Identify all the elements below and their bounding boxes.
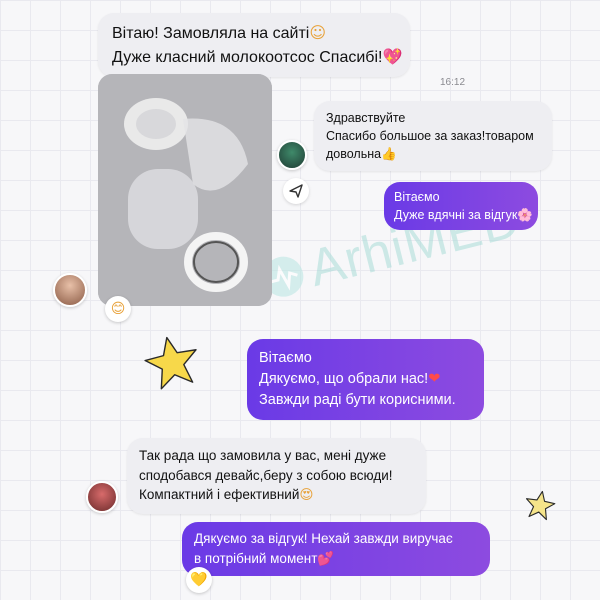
incoming-message-1: Вітаю! Замовляла на сайті☺ Дуже класний … [98,13,410,78]
star-icon [144,336,197,390]
blossom-emoji: 🌸 [517,207,533,223]
breast-pump-photo [98,74,272,306]
sparkling-heart-emoji: 💖 [382,47,403,67]
outgoing-message-3: Дякуємо за відгук! Нехай завжди виручає … [182,522,490,577]
message-text: Компактний і ефективний [139,487,300,503]
message-timestamp: 16:12 [440,77,466,88]
message-text: сподобався девайс,беру з собою всюди! [139,467,393,483]
heart-eyes-emoji: 😍 [299,487,314,504]
smiling-face-emoji: 😊 [110,301,126,317]
star-icon [525,490,556,521]
message-text: Так рада що замовила у вас, мені дуже [139,448,387,463]
message-text: в потрібний момент [194,550,318,566]
message-text: Спасибо большое за заказ!товаром [326,129,534,144]
message-text: довольна [326,147,382,162]
avatar[interactable] [86,481,118,513]
yellow-heart-emoji: 💛 [190,572,208,588]
message-text: Завжди раді бути корисними. [259,392,456,409]
message-reaction[interactable]: 💛 [186,567,212,593]
outgoing-message-1: Вітаємо Дуже вдячні за відгук🌸 [384,182,538,231]
relieved-face-emoji: ☺ [309,23,327,42]
thumbs-up-emoji: 👍 [381,146,397,162]
share-icon [289,184,303,198]
incoming-message-2: Здравствуйте Спасибо большое за заказ!то… [314,101,552,172]
message-text: Вітаю! Замовляла на сайті [112,25,310,42]
photo-reaction[interactable]: 😊 [105,296,131,322]
red-heart-emoji: ❤ [428,371,441,388]
share-button[interactable] [283,178,309,204]
outgoing-message-2: Вітаємо Дякуємо, що обрали нас!❤ Завжди … [247,339,484,421]
avatar[interactable] [53,273,87,307]
message-text: Дуже вдячні за відгук [394,208,518,223]
message-text: Вітаємо [259,350,312,366]
message-text: Здравствуйте [326,111,406,125]
message-text: Дуже класний молокоотсос Спасибі! [112,49,383,67]
product-photo[interactable] [98,74,272,306]
message-text: Вітаємо [394,190,440,204]
two-hearts-emoji: 💕 [317,550,335,567]
avatar[interactable] [277,140,307,170]
message-text: Дякуємо за відгук! Нехай завжди виручає [194,531,453,546]
incoming-message-3: Так рада що замовила у вас, мені дуже сп… [127,438,426,514]
message-text: Дякуємо, що обрали нас! [259,371,429,388]
